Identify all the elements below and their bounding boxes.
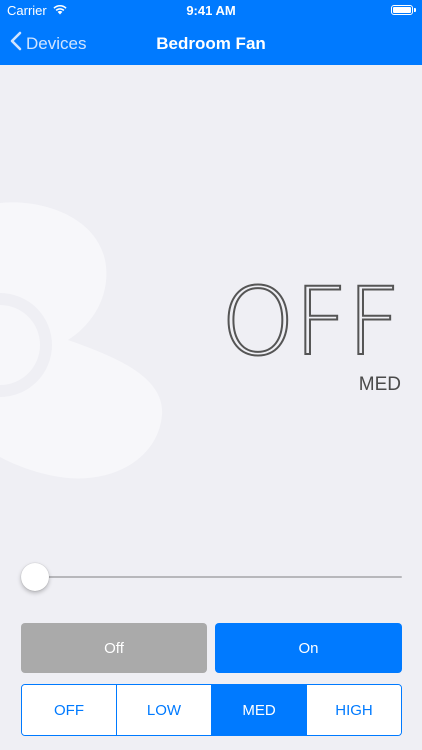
segment-high[interactable]: HIGH <box>307 685 401 735</box>
off-button[interactable]: Off <box>21 623 207 673</box>
fan-state-display: OFF <box>220 268 402 377</box>
power-buttons: Off On <box>21 623 402 673</box>
speed-slider[interactable] <box>21 562 402 592</box>
header: Carrier 9:41 AM Devices Bedroom Fan <box>0 0 422 65</box>
on-button[interactable]: On <box>215 623 402 673</box>
slider-thumb[interactable] <box>21 563 49 591</box>
battery-fill <box>393 7 411 13</box>
status-time: 9:41 AM <box>186 3 236 18</box>
fan-speed-display: MED <box>358 374 401 395</box>
speed-segmented-control: OFF LOW MED HIGH <box>21 684 402 736</box>
segment-med[interactable]: MED <box>212 685 307 735</box>
battery-icon <box>391 5 416 15</box>
fan-icon <box>0 195 170 500</box>
nav-bar: Devices Bedroom Fan <box>0 22 422 65</box>
battery-cap <box>414 8 416 12</box>
slider-track <box>21 576 402 578</box>
status-bar: Carrier 9:41 AM <box>0 0 422 22</box>
page-title: Bedroom Fan <box>156 34 266 53</box>
segment-off[interactable]: OFF <box>22 685 117 735</box>
segment-low[interactable]: LOW <box>117 685 212 735</box>
